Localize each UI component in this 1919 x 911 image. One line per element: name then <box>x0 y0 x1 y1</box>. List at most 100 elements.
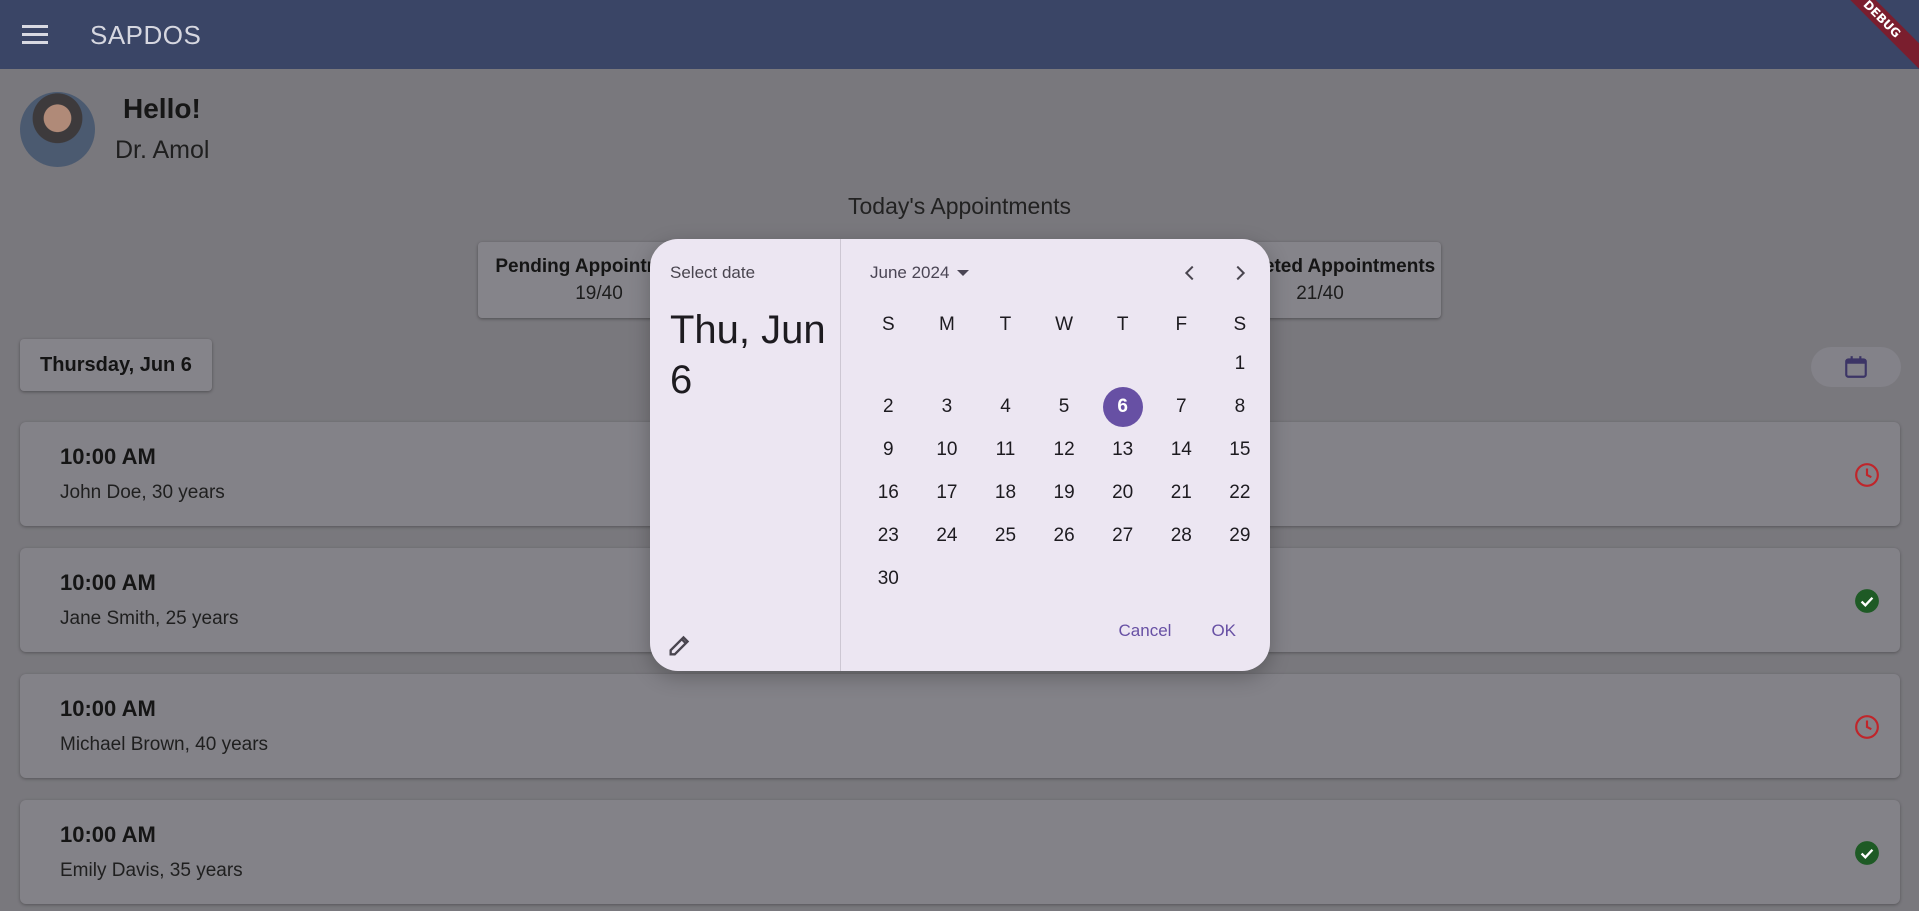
weekday-label: S <box>881 314 895 335</box>
empty-day-cell <box>918 342 977 385</box>
day-number: 26 <box>1053 524 1075 546</box>
calendar-icon <box>1845 356 1867 378</box>
calendar-day[interactable]: 14 <box>1152 428 1211 471</box>
day-number: 7 <box>1175 395 1187 417</box>
calendar-day[interactable]: 15 <box>1211 428 1270 471</box>
appointment-card[interactable]: 10:00 AM Michael Brown, 40 years <box>20 674 1900 778</box>
day-number: 24 <box>936 524 958 546</box>
ok-button[interactable]: OK <box>1197 611 1250 651</box>
calendar-day[interactable]: 9 <box>859 428 918 471</box>
calendar-day[interactable]: 24 <box>918 514 977 557</box>
next-month-button[interactable] <box>1220 253 1260 293</box>
weekday-label: M <box>938 314 955 335</box>
calendar-day[interactable]: 1 <box>1211 342 1270 385</box>
calendar-grid: SMTWTFS 1 2 3 4 5 6 7 8 9 10 11 12 13 14 15 16 17 18 19 20 2… <box>859 308 1269 600</box>
appointment-time: 10:00 AM <box>60 822 156 847</box>
month-year-dropdown[interactable]: June 2024 <box>870 263 970 283</box>
empty-day-cell <box>1152 342 1211 385</box>
day-number: 18 <box>994 481 1017 503</box>
calendar-day[interactable]: 25 <box>976 514 1035 557</box>
chevron-left-icon <box>1184 265 1194 281</box>
calendar-day[interactable]: 5 <box>1035 385 1094 428</box>
empty-day-cell <box>1035 342 1094 385</box>
day-number: 17 <box>936 481 958 503</box>
calendar-day[interactable]: 28 <box>1152 514 1211 557</box>
day-number: 22 <box>1229 481 1251 503</box>
day-number: 10 <box>936 438 958 460</box>
calendar-day[interactable]: 27 <box>1093 514 1152 557</box>
day-number: 12 <box>1053 438 1075 460</box>
selected-day[interactable]: 6 <box>1093 385 1152 428</box>
appointment-patient: Jane Smith, 25 years <box>60 608 239 629</box>
calendar-day[interactable]: 29 <box>1211 514 1270 557</box>
appointment-patient: John Doe, 30 years <box>60 482 225 503</box>
calendar-button[interactable] <box>1811 347 1901 387</box>
month-year-label: June 2024 <box>870 263 950 282</box>
selected-date-chip[interactable]: Thursday, Jun 6 <box>20 339 212 391</box>
empty-day-cell <box>859 342 918 385</box>
cancel-button[interactable]: Cancel <box>1105 611 1186 651</box>
edit-pencil-icon[interactable] <box>666 631 694 659</box>
weekday-label: F <box>1175 314 1188 335</box>
day-number: 28 <box>1170 524 1192 546</box>
calendar-day[interactable]: 4 <box>976 385 1035 428</box>
calendar-days: 1 2 3 4 5 6 7 8 9 10 11 12 13 14 15 16 17 18 19 20 21 22 23 24 2… <box>859 342 1269 600</box>
calendar-day[interactable]: 7 <box>1152 385 1211 428</box>
clock-icon <box>1855 463 1879 487</box>
calendar-day[interactable]: 20 <box>1093 471 1152 514</box>
calendar-day[interactable]: 21 <box>1152 471 1211 514</box>
calendar-day[interactable]: 30 <box>859 557 918 600</box>
weekday-label: S <box>1233 314 1247 335</box>
avatar <box>20 92 95 167</box>
calendar-day[interactable]: 11 <box>976 428 1035 471</box>
day-number: 27 <box>1112 524 1134 546</box>
calendar-day[interactable]: 18 <box>976 471 1035 514</box>
day-number: 2 <box>883 395 894 417</box>
day-number: 16 <box>877 481 899 503</box>
calendar-day[interactable]: 13 <box>1093 428 1152 471</box>
appointment-card[interactable]: 10:00 AM Emily Davis, 35 years <box>20 800 1900 904</box>
calendar-day[interactable]: 22 <box>1211 471 1270 514</box>
empty-day-cell <box>1093 342 1152 385</box>
day-number: 14 <box>1170 438 1192 460</box>
calendar-day[interactable]: 12 <box>1035 428 1094 471</box>
calendar-day[interactable]: 19 <box>1035 471 1094 514</box>
calendar-day[interactable]: 10 <box>918 428 977 471</box>
day-number: 15 <box>1229 438 1251 460</box>
previous-month-button[interactable] <box>1170 253 1210 293</box>
calendar-day[interactable]: 17 <box>918 471 977 514</box>
weekday-header-row: SMTWTFS <box>859 308 1269 342</box>
caret-down-icon <box>957 270 970 276</box>
calendar-day[interactable]: 3 <box>918 385 977 428</box>
day-number: 5 <box>1058 395 1070 417</box>
weekday-label: W <box>1055 314 1074 335</box>
check-circle-icon <box>1855 841 1879 865</box>
day-number: 20 <box>1112 481 1134 503</box>
app-title: SAPDOS <box>90 20 202 50</box>
calendar-day[interactable]: 8 <box>1211 385 1270 428</box>
calendar-day[interactable]: 2 <box>859 385 918 428</box>
day-number: 3 <box>941 395 953 417</box>
date-picker-header: Select date Thu, Jun 6 <box>650 239 841 671</box>
calendar-day[interactable]: 23 <box>859 514 918 557</box>
day-number: 30 <box>877 567 899 589</box>
appointment-patient: Michael Brown, 40 years <box>60 734 269 755</box>
dialog-actions: Cancel OK <box>1105 611 1250 651</box>
clock-icon <box>1855 715 1879 739</box>
date-picker-helper-text: Select date <box>670 263 756 282</box>
appointment-time: 10:00 AM <box>60 570 156 595</box>
day-number: 23 <box>877 524 899 546</box>
doctor-name: Dr. Amol <box>115 136 210 164</box>
menu-icon[interactable] <box>22 25 48 45</box>
check-circle-icon <box>1855 589 1879 613</box>
app-bar: SAPDOS <box>0 0 1919 69</box>
chevron-right-icon <box>1236 265 1246 281</box>
calendar-day[interactable]: 16 <box>859 471 918 514</box>
appointment-patient: Emily Davis, 35 years <box>60 860 243 881</box>
section-title: Today's Appointments <box>847 193 1072 219</box>
date-picker-dialog: Select date Thu, Jun 6 June 2024 S M T W T F S… <box>650 239 1270 671</box>
calendar-day[interactable]: 26 <box>1035 514 1094 557</box>
day-number: 29 <box>1229 524 1251 546</box>
appointment-time: 10:00 AM <box>60 444 156 469</box>
day-number: 19 <box>1053 481 1075 503</box>
